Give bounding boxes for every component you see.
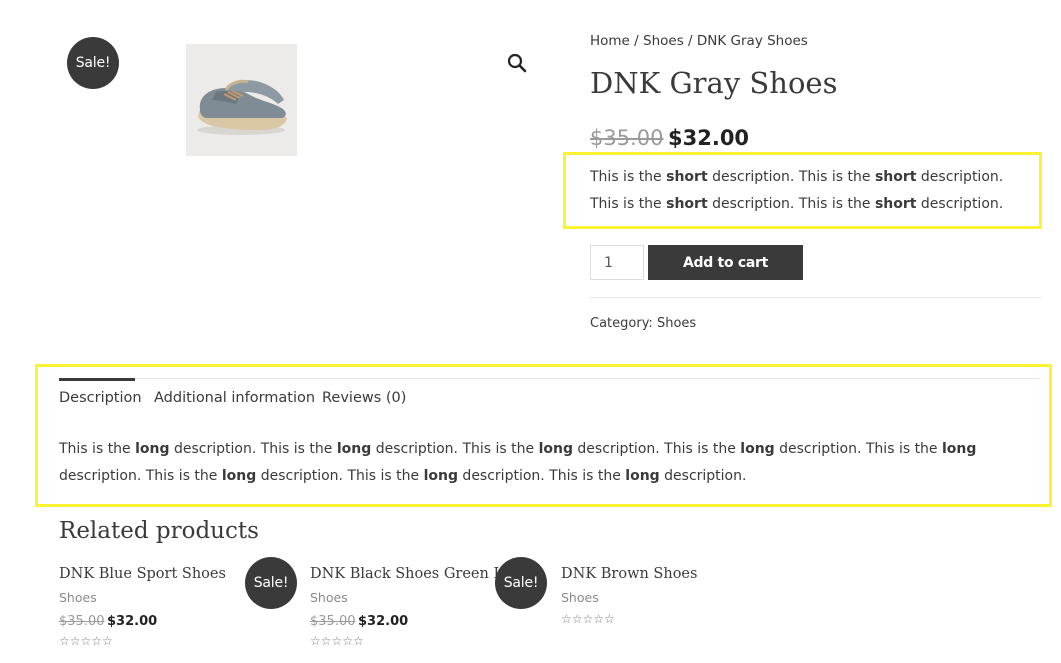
related-product-sale-price: $32.00 [107, 614, 158, 629]
emphasis: long [423, 468, 458, 484]
sale-badge: Sale! [245, 557, 297, 609]
emphasis: short [874, 169, 917, 185]
emphasis: long [221, 468, 257, 484]
breadcrumb-current: DNK Gray Shoes [696, 33, 808, 49]
zoom-icon[interactable] [506, 52, 528, 74]
category-link[interactable]: Shoes [657, 316, 696, 331]
related-product-sale-price: $32.00 [358, 614, 409, 629]
text: description. This is the [457, 468, 626, 484]
quantity-input[interactable] [590, 245, 644, 280]
related-product-category[interactable]: Shoes [310, 590, 348, 605]
text: description. This is the [256, 468, 424, 484]
breadcrumb-separator: / [629, 33, 644, 49]
shoe-illustration [186, 44, 297, 156]
sale-badge: Sale! [67, 37, 119, 89]
text: description. This is the [169, 441, 337, 457]
emphasis: long [336, 441, 372, 457]
related-product-category[interactable]: Shoes [59, 590, 97, 605]
sale-price: $32.00 [668, 126, 750, 150]
tab-additional-information[interactable]: Additional information [154, 390, 315, 406]
magnifier-icon [507, 53, 527, 73]
text: description. This is the [572, 441, 741, 457]
tabs-divider [59, 378, 1041, 379]
tab-reviews[interactable]: Reviews (0) [322, 390, 406, 406]
emphasis: long [625, 468, 660, 484]
emphasis: short [666, 196, 708, 212]
tab-description[interactable]: Description [59, 390, 142, 406]
text: description. This is the [371, 441, 539, 457]
star-rating: ☆☆☆☆☆ [561, 612, 615, 626]
text: description. This is the [774, 441, 942, 457]
product-title: DNK Gray Shoes [590, 66, 838, 100]
emphasis: long [135, 441, 170, 457]
star-rating: ☆☆☆☆☆ [310, 634, 364, 648]
breadcrumb: Home / Shoes / DNK Gray Shoes [590, 33, 808, 49]
text: This is the [59, 441, 136, 457]
long-description: This is the long description. This is th… [59, 436, 1041, 490]
related-product-title[interactable]: DNK Blue Sport Shoes [59, 566, 239, 582]
breadcrumb-shoes-link[interactable]: Shoes [643, 33, 684, 49]
emphasis: long [942, 441, 977, 457]
product-image[interactable] [186, 44, 297, 156]
emphasis: long [740, 441, 775, 457]
related-product-title[interactable]: DNK Brown Shoes [561, 566, 761, 582]
star-rating: ☆☆☆☆☆ [59, 634, 113, 648]
short-description: This is the short description. This is t… [590, 164, 1030, 218]
emphasis: short [874, 196, 917, 212]
related-product-category[interactable]: Shoes [561, 590, 599, 605]
text: description. This is the [707, 196, 875, 212]
text: description. This is the [59, 468, 222, 484]
sale-badge: Sale! [495, 557, 547, 609]
related-product-title[interactable]: DNK Black Shoes Green LED [310, 566, 500, 582]
related-products-heading: Related products [59, 518, 259, 544]
breadcrumb-home-link[interactable]: Home [590, 33, 630, 49]
text: This is the [590, 169, 667, 185]
related-product-regular-price: $35.00 [310, 614, 356, 629]
divider [590, 297, 1041, 298]
text: description. [659, 468, 747, 484]
text: description. This is the [707, 169, 875, 185]
emphasis: long [538, 441, 573, 457]
text: description. [916, 196, 1004, 212]
product-category: Category: Shoes [590, 316, 696, 331]
regular-price: $35.00 [590, 126, 664, 150]
category-label: Category: [590, 316, 657, 331]
emphasis: short [666, 169, 708, 185]
related-product-regular-price: $35.00 [59, 614, 105, 629]
add-to-cart-button[interactable]: Add to cart [648, 245, 803, 280]
breadcrumb-separator: / [683, 33, 697, 49]
active-tab-indicator [59, 378, 135, 381]
